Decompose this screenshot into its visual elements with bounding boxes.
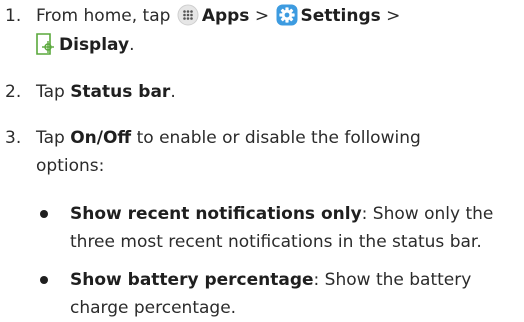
- bullet-title: Show recent notifications only: [70, 204, 362, 224]
- step-1-line-2-body: Display.: [36, 31, 135, 64]
- settings-label: Settings: [300, 6, 381, 26]
- bullet-text: : Show the battery: [313, 270, 472, 290]
- bullet-dot: [40, 276, 48, 284]
- bullet-2-line-2: charge percentage.: [70, 298, 237, 318]
- bullet-2-line-1: Show battery percentage: Show the batter…: [70, 266, 471, 294]
- separator: >: [254, 6, 270, 26]
- step-text: From home, tap: [36, 6, 171, 26]
- display-label: Display: [59, 35, 130, 55]
- period: .: [170, 82, 176, 102]
- step-3-line-1: Tap On/Off to enable or disable the foll…: [36, 124, 421, 152]
- step-text: options:: [36, 156, 105, 176]
- step-number: 3.: [5, 128, 22, 148]
- instruction-document: 1. From home, tap Apps > Settings > Disp…: [0, 0, 524, 321]
- bullet-dot: [40, 210, 48, 218]
- bullet-text: : Show only the: [361, 204, 494, 224]
- separator: >: [386, 6, 401, 26]
- display-settings-icon: [36, 33, 56, 64]
- step-2-text: Tap Status bar.: [36, 78, 176, 106]
- step-number: 1.: [5, 6, 22, 26]
- bullet-1-line-1: Show recent notifications only: Show onl…: [70, 200, 493, 228]
- apps-label: Apps: [201, 6, 250, 26]
- settings-gear-icon: [276, 4, 298, 35]
- step-text: to enable or disable the following: [136, 128, 421, 148]
- period: .: [129, 35, 135, 55]
- on-off-label: On/Off: [70, 128, 132, 148]
- step-text: Tap: [36, 128, 65, 148]
- bullet-title: Show battery percentage: [70, 270, 314, 290]
- status-bar-label: Status bar: [70, 82, 171, 102]
- apps-icon: [177, 4, 199, 35]
- step-text: Tap: [36, 82, 65, 102]
- step-number: 2.: [5, 82, 22, 102]
- bullet-1-line-2: three most recent notifications in the s…: [70, 232, 482, 252]
